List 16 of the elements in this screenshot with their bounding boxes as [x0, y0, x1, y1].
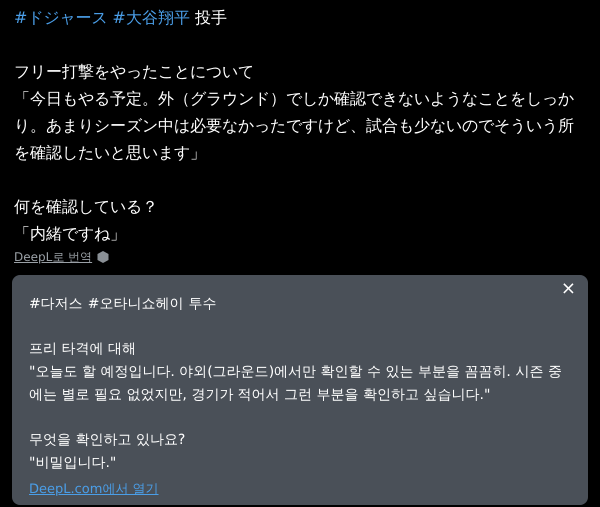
translated-text: "오늘도 할 예정입니다. 야외(그라운드)에서만 확인할 수 있는 부분을 꼼꼼히. 시즌 중에는 별로 필요 없었지만, 경기가 적어서 그런 부분을 확인하고 싶습니다." [29, 363, 563, 405]
translated-hashtag: #다저스 [29, 295, 83, 314]
post-text: 「内緒ですね」 [14, 223, 127, 245]
translated-text: 프리 타격에 대해 [29, 340, 137, 359]
post-text: 何を確認している？ [14, 196, 159, 218]
post-heading: 投手 [194, 7, 227, 29]
translated-heading: 투수 [188, 295, 216, 314]
translated-hashtag: #오타니쇼헤이 [88, 295, 184, 314]
translate-link[interactable]: DeepL로 번역 [14, 249, 92, 265]
post-text: 「今日もやる予定。外（グラウンド）でしか確認できないようなことをしっかり。あまりシーズン中は必要なかったですけど、試合も少ないのでそういう所を確認したいと思います」 [14, 88, 575, 164]
hashtag-link[interactable]: #大谷翔平 [112, 4, 190, 31]
translated-text: 무엇을 확인하고 있나요? [29, 431, 186, 450]
post-text: フリー打撃をやったことについて [14, 61, 255, 83]
hashtag-link[interactable]: #ドジャース [14, 4, 108, 31]
translated-text: "비밀입니다." [29, 454, 118, 473]
close-button[interactable]: × [560, 277, 576, 301]
